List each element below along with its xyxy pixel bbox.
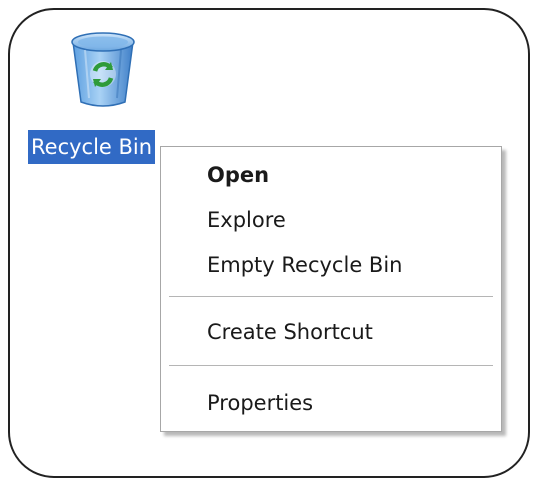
context-menu: Open Explore Empty Recycle Bin Create Sh… xyxy=(160,146,502,432)
menu-separator xyxy=(169,365,493,367)
menu-item-empty-recycle-bin[interactable]: Empty Recycle Bin xyxy=(161,245,501,285)
recycle-bin-label[interactable]: Recycle Bin xyxy=(28,130,156,164)
menu-item-open[interactable]: Open xyxy=(161,155,501,195)
menu-item-explore[interactable]: Explore xyxy=(161,200,501,240)
menu-item-create-shortcut[interactable]: Create Shortcut xyxy=(161,312,501,352)
menu-separator xyxy=(169,296,493,298)
recycle-bin-shortcut[interactable]: Recycle Bin xyxy=(28,28,178,168)
recycle-bin-icon[interactable] xyxy=(61,28,145,110)
menu-item-properties[interactable]: Properties xyxy=(161,383,501,423)
